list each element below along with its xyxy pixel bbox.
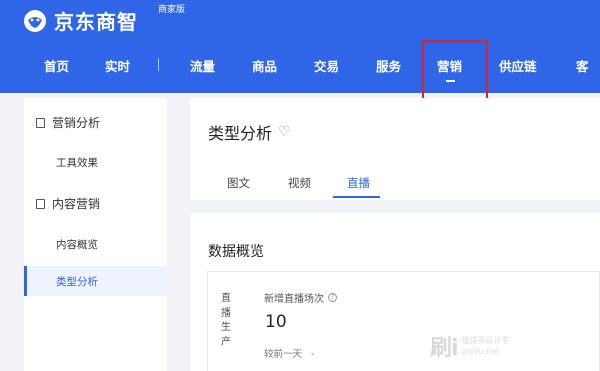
- top-navbar: 京东商智 商家版 首页 实时 流量 商品 交易 服务 营销 供应链 客: [0, 0, 600, 93]
- nav-item-product[interactable]: 商品: [252, 56, 277, 75]
- compare-label: 较前一天: [264, 349, 303, 360]
- page-header-panel: 类型分析 ♡ 图文 视频 直播: [190, 98, 600, 200]
- metric-label: 新增直播场次 ?: [264, 290, 337, 305]
- tab-active-indicator: [333, 196, 380, 198]
- sidebar-group-marketing-analysis[interactable]: 营销分析: [36, 114, 100, 131]
- card-vertical-label: 直播生产: [221, 293, 231, 348]
- brand-title: 京东商智: [54, 10, 138, 34]
- watermark-line-1: 值得买设计手: [461, 336, 510, 345]
- jd-dog-logo-icon: [24, 9, 46, 32]
- document-icon: [36, 198, 45, 209]
- tab-live[interactable]: 直播: [347, 175, 370, 191]
- metric-compare: 较前一天 -: [264, 346, 314, 360]
- watermark: 刷i 值得买设计手 zhiiru.net: [430, 330, 510, 362]
- watermark-line-2: zhiiru.net: [461, 347, 500, 356]
- sidebar-item-type-analysis[interactable]: 类型分析: [56, 274, 98, 289]
- tab-video[interactable]: 视频: [288, 175, 311, 191]
- metric-label-text: 新增直播场次: [264, 294, 324, 305]
- brand-subtitle: 商家版: [158, 5, 186, 15]
- nav-item-customer[interactable]: 客: [576, 56, 589, 75]
- sidebar-item-tool-effect[interactable]: 工具效果: [56, 155, 98, 170]
- watermark-text: 值得买设计手 zhiiru.net: [462, 335, 510, 357]
- help-question-icon[interactable]: ?: [328, 293, 337, 302]
- section-title: 数据概览: [208, 244, 264, 260]
- nav-item-home[interactable]: 首页: [44, 56, 69, 75]
- tab-image-text[interactable]: 图文: [227, 175, 250, 191]
- metric-value: 10: [265, 312, 287, 332]
- nav-item-traffic[interactable]: 流量: [190, 56, 215, 75]
- page-title: 类型分析 ♡: [208, 120, 291, 144]
- sidebar: 营销分析 工具效果 内容营销 内容概览 类型分析: [24, 98, 167, 371]
- main-nav: 首页 实时 流量 商品 交易 服务 营销 供应链 客: [0, 56, 600, 78]
- data-overview-panel: 数据概览 直播生产 新增直播场次 ? 10 较前一天 -: [190, 213, 600, 371]
- sidebar-group-label: 内容营销: [52, 197, 101, 211]
- metric-card: 直播生产 新增直播场次 ? 10 较前一天 -: [207, 271, 600, 371]
- watermark-logo: 刷i: [430, 336, 459, 361]
- sidebar-group-label: 营销分析: [52, 116, 101, 130]
- nav-item-trade[interactable]: 交易: [314, 56, 339, 75]
- highlight-annotation-box: [422, 40, 488, 101]
- sidebar-group-content-marketing[interactable]: 内容营销: [36, 195, 100, 212]
- nav-divider: [158, 58, 159, 71]
- heart-favorite-icon[interactable]: ♡: [278, 124, 291, 140]
- compare-value: -: [311, 349, 315, 360]
- nav-item-realtime[interactable]: 实时: [105, 56, 130, 75]
- sidebar-active-indicator: [24, 266, 27, 296]
- nav-item-supply-chain[interactable]: 供应链: [499, 56, 537, 75]
- clipboard-icon: [36, 117, 45, 128]
- brand-logo[interactable]: 京东商智: [22, 6, 138, 35]
- sidebar-item-content-overview[interactable]: 内容概览: [56, 237, 98, 252]
- nav-item-service[interactable]: 服务: [376, 56, 401, 75]
- page-title-text: 类型分析: [208, 124, 273, 143]
